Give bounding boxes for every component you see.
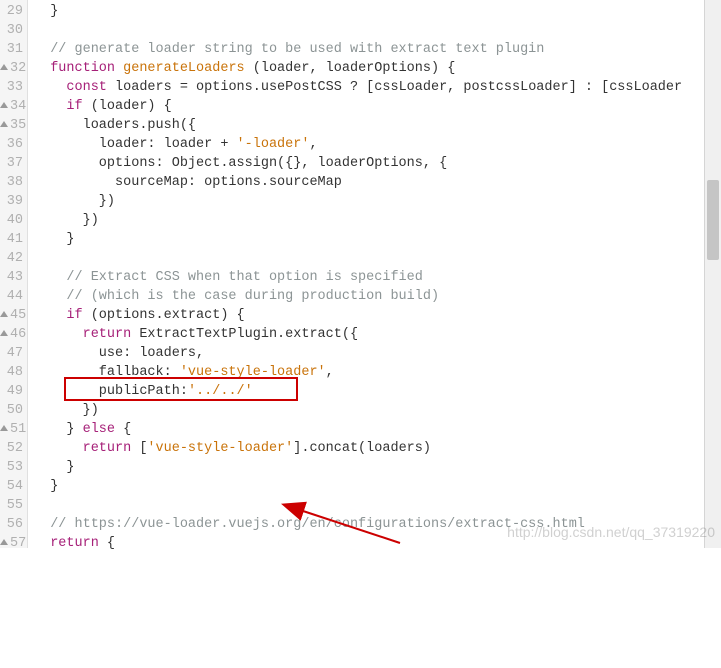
- line-number: 42: [0, 249, 23, 268]
- line-number: 39: [0, 192, 23, 211]
- line-number: 55: [0, 496, 23, 515]
- code-line: return ExtractTextPlugin.extract({: [34, 325, 682, 344]
- code-line: sourceMap: options.sourceMap: [34, 173, 682, 192]
- code-line: publicPath:'../../': [34, 382, 682, 401]
- code-line: }: [34, 477, 682, 496]
- line-number: 36: [0, 135, 23, 154]
- code-area: } // generate loader string to be used w…: [34, 2, 682, 553]
- code-line: // generate loader string to be used wit…: [34, 40, 682, 59]
- line-number: 35: [0, 116, 23, 135]
- line-number: 34: [0, 97, 23, 116]
- line-number: 30: [0, 21, 23, 40]
- code-line: }: [34, 230, 682, 249]
- code-line: loader: loader + '-loader',: [34, 135, 682, 154]
- scrollbar-thumb[interactable]: [707, 180, 719, 260]
- line-number: 46: [0, 325, 23, 344]
- code-line: fallback: 'vue-style-loader',: [34, 363, 682, 382]
- line-number: 41: [0, 230, 23, 249]
- code-line: } else {: [34, 420, 682, 439]
- line-number-gutter: 2930313233343536373839404142434445464748…: [0, 0, 28, 548]
- line-number: 49: [0, 382, 23, 401]
- code-line: // Extract CSS when that option is speci…: [34, 268, 682, 287]
- line-number: 37: [0, 154, 23, 173]
- code-line: return ['vue-style-loader'].concat(loade…: [34, 439, 682, 458]
- line-number: 33: [0, 78, 23, 97]
- code-line: }: [34, 458, 682, 477]
- line-number: 43: [0, 268, 23, 287]
- code-line: const loaders = options.usePostCSS ? [cs…: [34, 78, 682, 97]
- code-line: loaders.push({: [34, 116, 682, 135]
- line-number: 56: [0, 515, 23, 534]
- line-number: 50: [0, 401, 23, 420]
- line-number: 40: [0, 211, 23, 230]
- code-line: function generateLoaders (loader, loader…: [34, 59, 682, 78]
- code-line: [34, 249, 682, 268]
- code-line: }): [34, 192, 682, 211]
- code-line: if (options.extract) {: [34, 306, 682, 325]
- line-number: 38: [0, 173, 23, 192]
- watermark-text: http://blog.csdn.net/qq_37319220: [507, 524, 715, 540]
- code-line: }: [34, 2, 682, 21]
- line-number: 29: [0, 2, 23, 21]
- code-line: // (which is the case during production …: [34, 287, 682, 306]
- line-number: 47: [0, 344, 23, 363]
- code-line: [34, 496, 682, 515]
- code-line: [34, 21, 682, 40]
- code-line: }): [34, 211, 682, 230]
- line-number: 48: [0, 363, 23, 382]
- code-line: options: Object.assign({}, loaderOptions…: [34, 154, 682, 173]
- code-line: }): [34, 401, 682, 420]
- code-line: use: loaders,: [34, 344, 682, 363]
- line-number: 57: [0, 534, 23, 553]
- line-number: 45: [0, 306, 23, 325]
- line-number: 31: [0, 40, 23, 59]
- line-number: 54: [0, 477, 23, 496]
- line-number: 51: [0, 420, 23, 439]
- line-number: 44: [0, 287, 23, 306]
- code-line: if (loader) {: [34, 97, 682, 116]
- line-number: 32: [0, 59, 23, 78]
- line-number: 53: [0, 458, 23, 477]
- vertical-scrollbar[interactable]: [704, 0, 721, 548]
- line-number: 52: [0, 439, 23, 458]
